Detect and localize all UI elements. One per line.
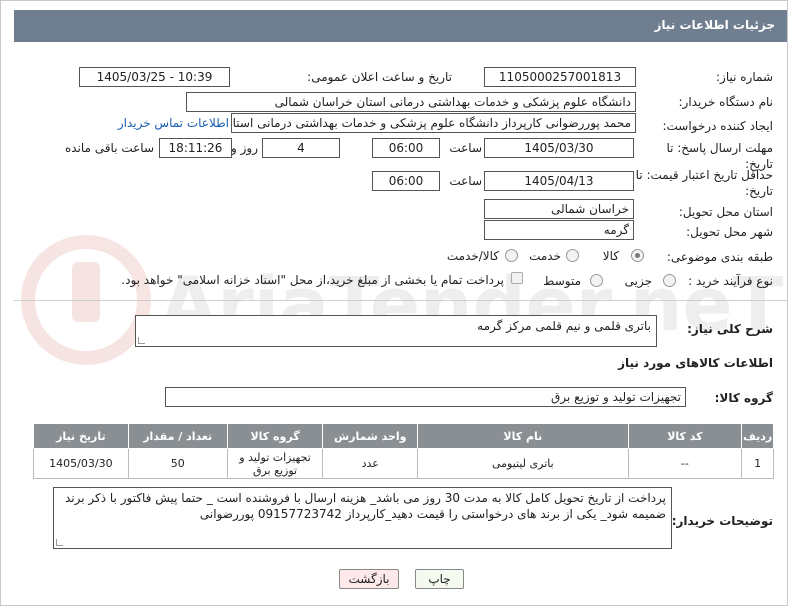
- title-bar: جزئیات اطلاعات نیاز: [14, 10, 787, 42]
- category-radio-service[interactable]: [566, 249, 579, 262]
- price-validity-date[interactable]: 1405/04/13: [484, 171, 634, 191]
- need-description-label: شرح کلی نیاز:: [687, 322, 773, 336]
- buyer-notes-label: توضیحات خریدار:: [671, 514, 773, 528]
- buyer-contact-link[interactable]: اطلاعات تماس خریدار: [118, 116, 229, 130]
- reply-deadline-days-label: روز و: [231, 141, 258, 155]
- goods-group-label: گروه کالا:: [714, 391, 773, 405]
- col-header-name: نام کالا: [417, 423, 629, 449]
- reply-deadline-date[interactable]: 1405/03/30: [484, 138, 634, 158]
- delivery-province-field[interactable]: خراسان شمالی: [484, 199, 634, 219]
- items-table: ردیف کد کالا نام کالا واحد شمارش گروه کا…: [33, 423, 774, 479]
- need-number-field[interactable]: 1105000257001813: [484, 67, 636, 87]
- back-button[interactable]: بازگشت: [339, 569, 399, 589]
- buyer-notes-field[interactable]: پرداخت از تاریخ تحویل کامل کالا به مدت 3…: [53, 487, 672, 549]
- cell-code: --: [627, 448, 743, 479]
- separator: [14, 300, 787, 301]
- cell-date: 1405/03/30: [33, 448, 129, 479]
- category-option-goods: کالا: [602, 249, 619, 263]
- announce-datetime-label: تاریخ و ساعت اعلان عمومی:: [307, 70, 452, 84]
- price-validity-label: حداقل تاریخ اعتبار قیمت: تا تاریخ:: [633, 167, 773, 199]
- requester-field[interactable]: محمد پوررضوانی کارپرداز دانشگاه علوم پزش…: [231, 113, 636, 133]
- cell-qty: 50: [127, 448, 228, 479]
- process-radio-medium[interactable]: [590, 274, 603, 287]
- process-option-medium: متوسط: [543, 274, 581, 288]
- category-option-goods-service: کالا/خدمت: [446, 249, 499, 263]
- treasury-payment-checkbox[interactable]: [511, 272, 523, 284]
- col-header-unit: واحد شمارش: [322, 423, 419, 449]
- process-option-minor: جزیی: [624, 274, 652, 288]
- col-header-date: تاریخ نیاز: [33, 423, 129, 449]
- items-table-header: ردیف کد کالا نام کالا واحد شمارش گروه کا…: [33, 423, 774, 449]
- need-description-text: باتری قلمی و نیم قلمی مرکز گرمه: [477, 319, 651, 333]
- reply-deadline-remaining-label: ساعت باقی مانده: [64, 141, 154, 155]
- col-header-group: گروه کالا: [226, 423, 324, 449]
- requester-label: ایجاد کننده درخواست:: [662, 119, 773, 133]
- price-validity-time[interactable]: 06:00: [372, 171, 440, 191]
- cell-row: 1: [741, 448, 774, 479]
- announce-datetime-field[interactable]: 1405/03/25 - 10:39: [79, 67, 230, 87]
- delivery-city-label: شهر محل تحویل:: [686, 225, 773, 239]
- purchase-process-label: نوع فرآیند خرید :: [688, 274, 773, 288]
- category-label: طبقه بندی موضوعی:: [666, 250, 773, 264]
- cell-unit: عدد: [322, 448, 419, 479]
- cell-group: تجهیزات تولید و توزیع برق: [226, 448, 324, 479]
- category-option-service: خدمت: [529, 249, 561, 263]
- delivery-province-label: استان محل تحویل:: [678, 205, 773, 219]
- goods-group-field[interactable]: تجهیزات تولید و توزیع برق: [165, 387, 686, 407]
- delivery-city-field[interactable]: گرمه: [484, 220, 634, 240]
- reply-deadline-time-label: ساعت: [449, 141, 482, 155]
- buyer-org-field[interactable]: دانشگاه علوم پزشکی و خدمات بهداشتی درمان…: [186, 92, 636, 112]
- treasury-payment-note: پرداخت تمام یا بخشی از مبلغ خرید،از محل …: [121, 273, 504, 287]
- process-radio-minor[interactable]: [663, 274, 676, 287]
- page-title: جزئیات اطلاعات نیاز: [654, 18, 775, 32]
- reply-deadline-remaining[interactable]: 18:11:26: [159, 138, 232, 158]
- reply-deadline-time[interactable]: 06:00: [372, 138, 440, 158]
- resize-grip-icon[interactable]: [138, 337, 145, 344]
- print-button[interactable]: چاپ: [415, 569, 464, 589]
- col-header-qty: تعداد / مقدار: [127, 423, 228, 449]
- goods-info-heading: اطلاعات کالاهای مورد نیاز: [618, 356, 773, 370]
- reply-deadline-days[interactable]: 4: [262, 138, 340, 158]
- buyer-org-label: نام دستگاه خریدار:: [678, 95, 774, 109]
- price-validity-time-label: ساعت: [449, 174, 482, 188]
- table-row[interactable]: 1 -- باتری لیتیومی عدد تجهیزات تولید و ت…: [33, 448, 774, 479]
- need-number-label: شماره نیاز:: [716, 70, 773, 84]
- category-radio-goods[interactable]: [631, 249, 644, 262]
- price-validity-label-text: حداقل تاریخ اعتبار قیمت: تا تاریخ:: [635, 168, 773, 198]
- col-header-code: کد کالا: [627, 423, 743, 449]
- buyer-notes-text: پرداخت از تاریخ تحویل کامل کالا به مدت 3…: [64, 491, 666, 521]
- category-radio-goods-service[interactable]: [505, 249, 518, 262]
- col-header-row: ردیف: [741, 423, 774, 449]
- cell-name: باتری لیتیومی: [417, 448, 629, 479]
- need-description-field[interactable]: باتری قلمی و نیم قلمی مرکز گرمه: [135, 315, 657, 347]
- resize-grip-icon[interactable]: [56, 539, 63, 546]
